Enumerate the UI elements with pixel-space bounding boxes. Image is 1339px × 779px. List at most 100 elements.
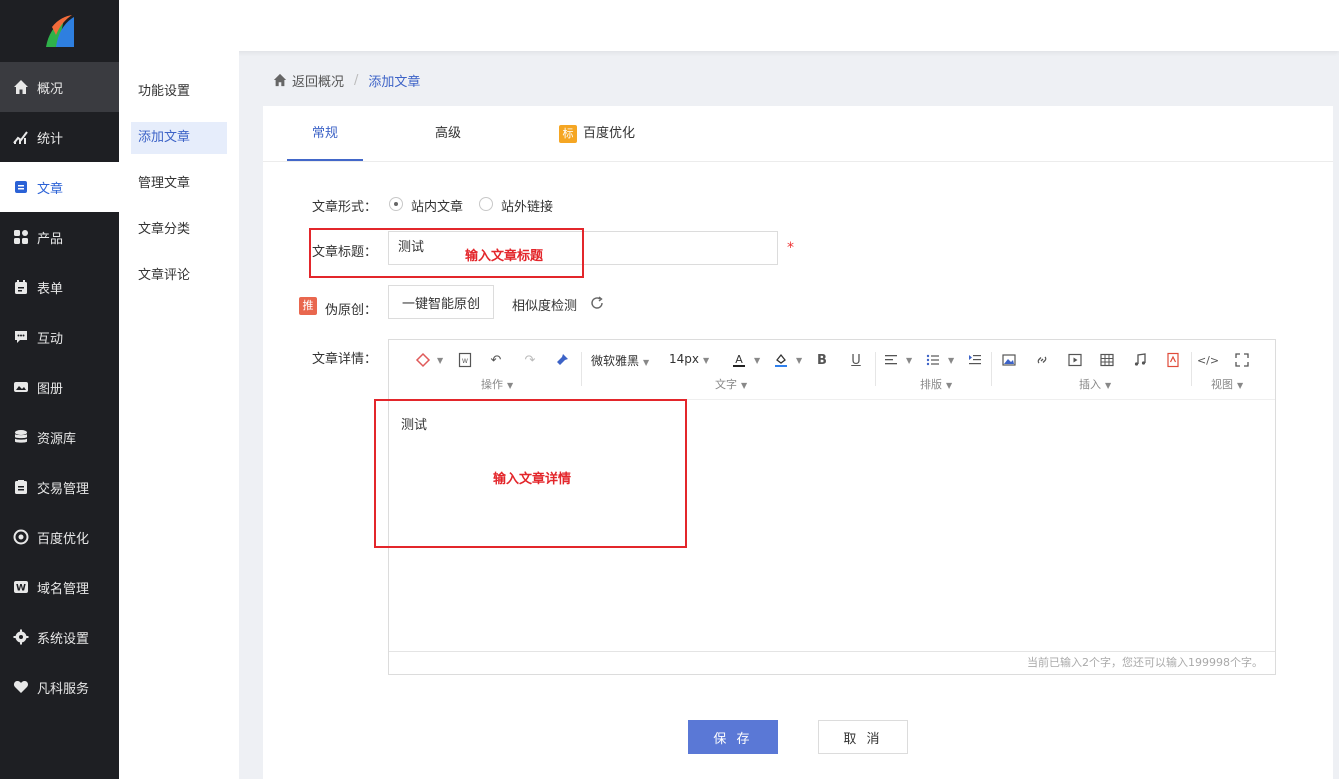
sidebar-item-label: 百度优化 (37, 531, 90, 547)
breadcrumb-back-link[interactable]: 返回概况 (292, 71, 344, 90)
home-icon (13, 79, 29, 95)
article-type-label: 文章形式： (312, 200, 378, 215)
chevron-down-icon[interactable]: ▼ (437, 356, 443, 365)
image-icon[interactable] (999, 350, 1019, 370)
chevron-down-icon[interactable]: ▼ (754, 356, 760, 365)
document-icon (13, 179, 29, 195)
sidebar-item-label: 凡科服务 (37, 681, 90, 697)
clipboard-icon (13, 479, 29, 495)
one-click-original-button[interactable]: 一键智能原创 (388, 285, 494, 319)
align-icon[interactable] (881, 350, 901, 370)
redo-icon[interactable]: ↷ (520, 350, 540, 370)
sidebar-item-label: 互动 (37, 331, 64, 347)
sidebar-item-stats[interactable]: 统计 (0, 112, 119, 162)
sidebar-item-label: 产品 (37, 231, 64, 247)
submenu-item-category[interactable]: 文章分类 (131, 214, 227, 246)
radio-external[interactable] (479, 197, 493, 211)
home-icon[interactable] (273, 73, 287, 87)
radio-external-label[interactable]: 站外链接 (501, 196, 553, 215)
music-icon[interactable] (1130, 350, 1150, 370)
eraser-icon[interactable] (413, 350, 433, 370)
sidebar-item-label: 统计 (37, 131, 64, 147)
submenu-item-manage-article[interactable]: 管理文章 (131, 168, 227, 200)
table-icon[interactable] (1097, 350, 1117, 370)
chevron-down-icon[interactable]: ▼ (906, 356, 912, 365)
font-family-select[interactable]: 微软雅黑 ▼ (591, 352, 649, 369)
sidebar-item-album[interactable]: 图册 (0, 362, 119, 412)
sidebar-item-label: 系统设置 (37, 631, 90, 647)
indent-icon[interactable] (965, 350, 985, 370)
sidebar-item-product[interactable]: 产品 (0, 212, 119, 262)
breadcrumb-separator: / (354, 72, 359, 88)
link-icon[interactable] (1032, 350, 1052, 370)
submenu-item-comments[interactable]: 文章评论 (131, 260, 227, 292)
font-size-select[interactable]: 14px ▼ (669, 352, 709, 366)
video-icon[interactable] (1065, 350, 1085, 370)
underline-icon[interactable]: U (846, 350, 866, 370)
tab-normal[interactable]: 常规 (312, 106, 338, 162)
logo[interactable] (0, 0, 119, 62)
tab-seo[interactable]: 标 百度优化 (559, 106, 635, 162)
sidebar-item-overview[interactable]: 概况 (0, 62, 119, 112)
save-button[interactable]: 保 存 (688, 720, 778, 754)
chat-icon (13, 329, 29, 345)
list-icon[interactable] (923, 350, 943, 370)
article-submenu: 功能设置 添加文章 管理文章 文章分类 文章评论 (119, 51, 239, 779)
submenu-item-add-article[interactable]: 添加文章 (131, 122, 227, 154)
toolbar-group-ops[interactable]: 操作 ▼ (481, 376, 513, 392)
sidebar-item-form[interactable]: 表单 (0, 262, 119, 312)
sidebar-item-trade[interactable]: 交易管理 (0, 462, 119, 512)
font-color-icon[interactable]: A (729, 350, 749, 370)
toolbar-group-layout[interactable]: 排版 ▼ (920, 376, 952, 392)
pdf-icon[interactable] (1163, 350, 1183, 370)
bold-icon[interactable]: B (812, 350, 832, 370)
sidebar-item-service[interactable]: 凡科服务 (0, 662, 119, 712)
tab-bar: 常规 高级 标 百度优化 (263, 106, 1333, 162)
required-mark: * (787, 240, 794, 256)
top-header (119, 0, 1339, 51)
source-code-icon[interactable]: </> (1197, 350, 1219, 370)
sidebar-item-label: 文章 (37, 181, 64, 197)
character-count: 当前已输入2个字，您还可以输入199998个字。 (389, 651, 1275, 674)
refresh-icon[interactable] (589, 295, 605, 315)
svg-text:A: A (735, 353, 743, 366)
sidebar-item-resources[interactable]: 资源库 (0, 412, 119, 462)
domain-icon: W (13, 579, 29, 595)
radio-internal-label[interactable]: 站内文章 (411, 196, 463, 215)
toolbar-group-view[interactable]: 视图 ▼ (1211, 376, 1243, 392)
chevron-down-icon[interactable]: ▼ (948, 356, 954, 365)
sidebar-item-interaction[interactable]: 互动 (0, 312, 119, 362)
toolbar-separator (875, 352, 876, 386)
fullscreen-icon[interactable] (1232, 350, 1252, 370)
pseudo-original-label: 伪原创： (325, 303, 378, 318)
annotation-title-text: 输入文章标题 (465, 249, 544, 264)
similarity-check-link[interactable]: 相似度检测 (512, 295, 577, 314)
editor-toolbar: ▼ W ↶ ↷ 操作 ▼ 微软雅黑 ▼ 14px ▼ A ▼ ▼ B U 文字 ▼ ▼ … (389, 340, 1275, 400)
sidebar-item-seo[interactable]: 百度优化 (0, 512, 119, 562)
background-color-icon[interactable] (771, 350, 791, 370)
cancel-button[interactable]: 取 消 (818, 720, 908, 754)
breadcrumb: 返回概况 / 添加文章 (273, 71, 421, 90)
sidebar-item-article[interactable]: 文章 (0, 162, 119, 212)
sidebar-item-label: 域名管理 (37, 581, 90, 597)
chevron-down-icon[interactable]: ▼ (796, 356, 802, 365)
submenu-item-settings[interactable]: 功能设置 (131, 76, 227, 108)
sidebar-item-label: 交易管理 (37, 481, 90, 497)
format-brush-icon[interactable] (552, 350, 572, 370)
sidebar-item-domain[interactable]: W 域名管理 (0, 562, 119, 612)
tab-advanced[interactable]: 高级 (435, 106, 461, 162)
word-import-icon[interactable]: W (455, 350, 475, 370)
sidebar-item-label: 概况 (37, 81, 64, 97)
toolbar-group-text[interactable]: 文字 ▼ (715, 376, 747, 392)
album-icon (13, 379, 29, 395)
chart-icon (13, 129, 29, 145)
undo-icon[interactable]: ↶ (486, 350, 506, 370)
radio-internal[interactable] (389, 197, 403, 211)
main-sidebar: 概况 统计 文章 产品 表单 互动 图册 资源库 交易管理 百度优化 W 域名管… (0, 0, 119, 779)
svg-text:W: W (462, 358, 468, 365)
grid-icon (13, 229, 29, 245)
breadcrumb-current: 添加文章 (368, 74, 421, 90)
sidebar-item-settings[interactable]: 系统设置 (0, 612, 119, 662)
gear-icon (13, 629, 29, 645)
toolbar-group-insert[interactable]: 插入 ▼ (1079, 376, 1111, 392)
